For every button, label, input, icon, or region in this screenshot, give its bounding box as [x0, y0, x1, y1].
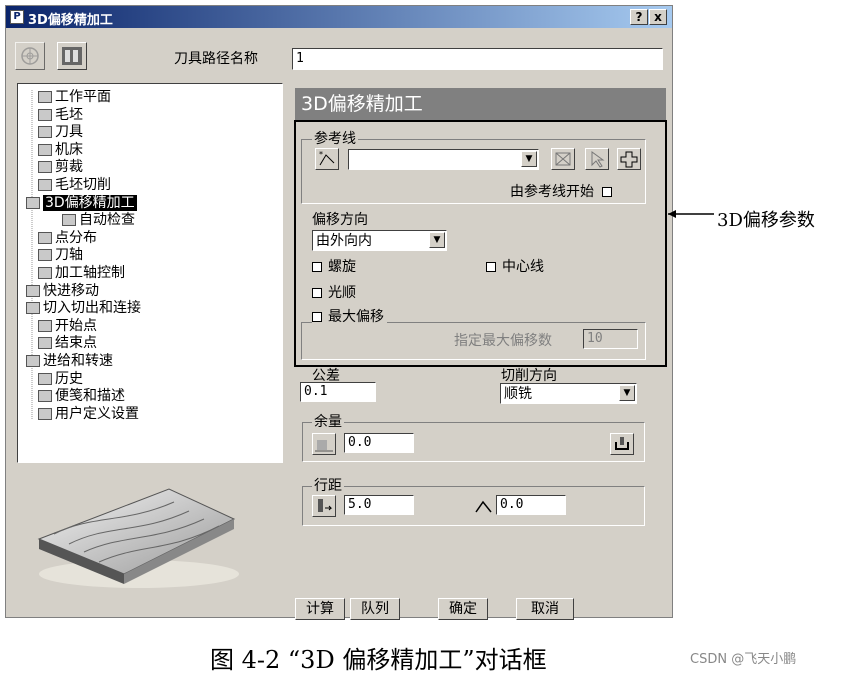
- tree-node-icon: [26, 284, 40, 297]
- tree-item[interactable]: 自动检查: [62, 212, 135, 228]
- tree-node-icon: [62, 214, 76, 227]
- tree-item[interactable]: 加工轴控制: [38, 265, 125, 281]
- app-logo-icon: P: [10, 10, 24, 24]
- help-button[interactable]: ?: [630, 9, 648, 25]
- tree-item-label: 毛坯: [55, 106, 83, 123]
- flower-toolpath-icon: [21, 47, 39, 65]
- stepover-copy-button[interactable]: [312, 495, 336, 517]
- tree-item-label: 3D偏移精加工: [43, 194, 137, 211]
- queue-button[interactable]: 队列: [350, 598, 400, 620]
- path-name-input[interactable]: 1: [292, 48, 663, 70]
- tree-item[interactable]: 历史: [38, 371, 83, 387]
- close-button[interactable]: x: [649, 9, 667, 25]
- toolpath-options-button[interactable]: [15, 42, 45, 70]
- toolpath-template-icon: [62, 47, 82, 65]
- figure-caption: 图 4-2 “3D 偏移精加工”对话框: [210, 646, 547, 674]
- cut-direction-label: 切削方向: [501, 368, 557, 384]
- tree-node-icon: [38, 337, 52, 350]
- tree-item[interactable]: 用户定义设置: [38, 406, 139, 422]
- tree-item-label: 进给和转速: [43, 353, 113, 369]
- strategy-title: 3D偏移精加工: [295, 88, 666, 120]
- component-allowance-icon: [615, 437, 629, 450]
- cancel-button[interactable]: 取消: [516, 598, 574, 620]
- path-name-label: 刀具路径名称: [174, 51, 258, 67]
- tree-item[interactable]: 剪裁: [38, 159, 83, 175]
- step-height-icon: [475, 500, 492, 513]
- offset-parameters-annotation: 3D偏移参数: [717, 210, 815, 231]
- tree-item-label: 剪裁: [55, 159, 83, 176]
- tree-node-icon: [26, 196, 40, 209]
- chevron-down-icon: ▼: [619, 385, 635, 401]
- tree-item-label: 刀轴: [55, 247, 83, 264]
- offset-parameters-callout: [294, 120, 667, 367]
- tree-item-label: 历史: [55, 370, 83, 387]
- tree-item-label: 工作平面: [55, 89, 111, 105]
- toolpath-template-button[interactable]: [57, 42, 87, 70]
- stepover-input[interactable]: 5.0: [344, 495, 414, 515]
- tree-item[interactable]: 切入切出和连接: [26, 300, 141, 316]
- tree-item-label: 用户定义设置: [55, 405, 139, 422]
- stepdown-input[interactable]: 0.0: [496, 495, 566, 515]
- tree-node-icon: [38, 372, 52, 385]
- tree-item[interactable]: 进给和转速: [26, 353, 113, 369]
- tree-node-icon: [38, 126, 52, 139]
- tree-node-icon: [26, 355, 40, 367]
- tree-item-label: 快进移动: [43, 282, 99, 299]
- tree-item-label: 自动检查: [79, 212, 135, 229]
- strategy-tree: 工作平面 毛坯 刀具 机床 剪裁 毛坯切削 3D偏移精加工 自动检查 点分布 刀轴 加工轴控制 快进移…: [17, 83, 283, 463]
- tree-node-icon: [38, 267, 52, 279]
- tree-item[interactable]: 毛坯: [38, 107, 83, 123]
- allowance-options-button[interactable]: [312, 433, 336, 455]
- title-bar: P 3D偏移精加工 ? x: [6, 6, 672, 28]
- allowance-group-label: 余量: [312, 414, 344, 430]
- tree-item[interactable]: 毛坯切削: [38, 177, 111, 193]
- tree-item-label: 点分布: [55, 229, 97, 246]
- tree-node-icon: [38, 407, 52, 420]
- tree-item-label: 机床: [55, 141, 83, 158]
- window-title: 3D偏移精加工: [28, 13, 113, 28]
- tree-item[interactable]: 刀轴: [38, 247, 83, 263]
- tree-item[interactable]: 点分布: [38, 230, 97, 246]
- allowance-input[interactable]: 0.0: [344, 433, 414, 453]
- tree-node-icon: [38, 108, 52, 121]
- ok-button[interactable]: 确定: [438, 598, 488, 620]
- watermark: CSDN @飞天小鹏: [690, 652, 797, 667]
- tree-item-label: 开始点: [55, 317, 97, 334]
- calculate-button[interactable]: 计算: [295, 598, 345, 620]
- tree-item-label: 便笺和描述: [55, 388, 125, 405]
- tree-node-icon: [38, 143, 52, 156]
- tree-item-label: 刀具: [55, 124, 83, 141]
- tree-item-label: 毛坯切削: [55, 177, 111, 193]
- tree-item[interactable]: 3D偏移精加工: [26, 194, 137, 211]
- tree-item[interactable]: 结束点: [38, 335, 97, 351]
- stepover-tool-icon: [318, 499, 333, 512]
- tool-allowance-icon: [315, 440, 333, 452]
- component-allowance-button[interactable]: [610, 433, 634, 455]
- tree-item-label: 加工轴控制: [55, 265, 125, 281]
- tree-item[interactable]: 机床: [38, 142, 83, 158]
- tree-item-label: 切入切出和连接: [43, 300, 141, 317]
- dialog-window: P 3D偏移精加工 ? x 刀具路径名称 1 工作平面 毛坯 刀具 机床 剪裁 毛坯切削 3…: [5, 5, 673, 620]
- cut-direction-select[interactable]: 顺铣 ▼: [500, 383, 637, 404]
- tree-node-icon: [38, 390, 52, 403]
- tree-item[interactable]: 刀具: [38, 124, 83, 140]
- tree-node-icon: [38, 249, 52, 262]
- tree-item-label: 结束点: [55, 335, 97, 352]
- tree-node-icon: [38, 91, 52, 103]
- tree-node-icon: [38, 179, 52, 191]
- tree-node-icon: [38, 161, 52, 174]
- annotation-arrow: [668, 210, 714, 218]
- tolerance-input[interactable]: 0.1: [300, 382, 376, 402]
- tree-node-icon: [26, 302, 40, 315]
- tree-item[interactable]: 快进移动: [26, 283, 99, 299]
- tree-item[interactable]: 便笺和描述: [38, 388, 125, 404]
- model-preview-image: [37, 488, 239, 588]
- stepover-group-label: 行距: [312, 478, 344, 494]
- tree-item[interactable]: 工作平面: [38, 89, 111, 105]
- tree-item[interactable]: 开始点: [38, 318, 97, 334]
- tree-node-icon: [38, 231, 52, 244]
- tree-node-icon: [38, 319, 52, 332]
